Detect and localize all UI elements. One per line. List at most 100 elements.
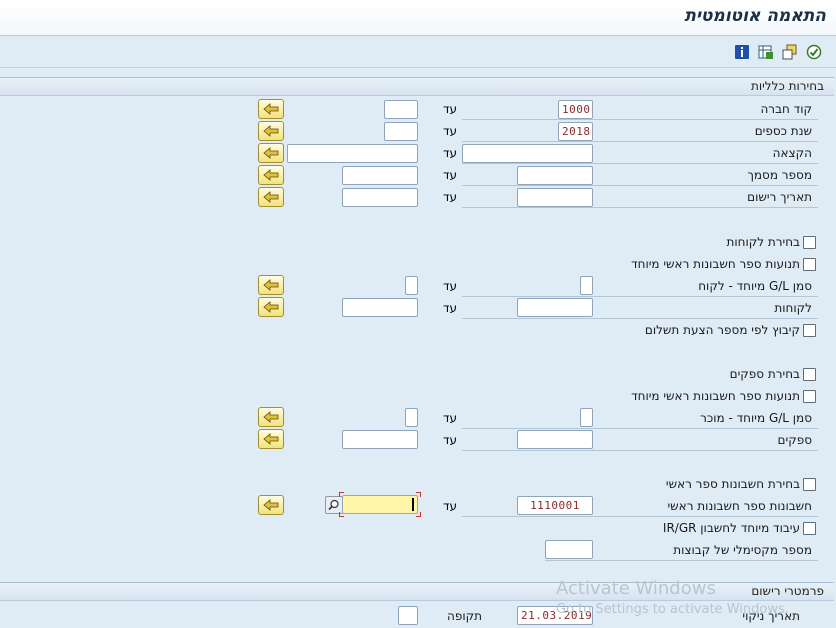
customer-accounts-to-field[interactable] xyxy=(342,298,418,317)
to-label: עד xyxy=(443,279,458,293)
assignment-from-field[interactable] xyxy=(462,144,593,163)
max-groups-label: מספר מקסימלי של קבוצות xyxy=(673,543,812,557)
posting-date-from-field[interactable] xyxy=(517,188,593,207)
arrow-left-icon xyxy=(263,279,279,291)
page-title: התאמה אוטומטית xyxy=(684,6,826,26)
multiple-selection-button[interactable] xyxy=(258,429,284,449)
arrow-left-icon xyxy=(263,499,279,511)
select-gl-accounts-label: בחירת חשבונות ספר ראשי xyxy=(665,477,800,491)
multi-select-icon[interactable] xyxy=(757,43,774,60)
row-divider xyxy=(462,296,818,297)
period-field[interactable] xyxy=(398,606,418,625)
row-divider xyxy=(462,450,818,451)
focus-corner xyxy=(339,492,344,497)
select-vendors-checkbox[interactable] xyxy=(803,368,816,381)
row-divider xyxy=(462,207,818,208)
arrow-left-icon xyxy=(263,103,279,115)
customers-special-gl-transactions-label: תנועות ספר חשבונות ראשי מיוחד xyxy=(631,257,800,271)
to-label: עד xyxy=(443,301,458,315)
multiple-selection-button[interactable] xyxy=(258,165,284,185)
row-divider xyxy=(462,119,818,120)
row-divider xyxy=(462,516,818,517)
special-ir-gr-label: עיבוד מיוחד לחשבון IR/GR xyxy=(662,521,800,535)
customer-special-gl-from-field[interactable] xyxy=(580,276,593,295)
customers-special-gl-transactions-checkbox[interactable] xyxy=(803,258,816,271)
customer-accounts-label: לקוחות xyxy=(774,301,812,315)
section-header: בחירות כלליות xyxy=(0,78,834,96)
vendor-special-gl-from-field[interactable] xyxy=(580,408,593,427)
group-by-payment-proposal-label: קיבוץ לפי מספר הצעת תשלום xyxy=(644,323,800,337)
posting-date-to-field[interactable] xyxy=(342,188,418,207)
gl-accounts-label: חשבונות ספר חשבונות ראשי xyxy=(667,499,813,513)
search-icon xyxy=(328,499,339,511)
customer-special-gl-indicator-label: סמן G/L מיוחד - לקוח xyxy=(698,279,812,293)
vendors-special-gl-transactions-checkbox[interactable] xyxy=(803,390,816,403)
group-by-payment-proposal-checkbox[interactable] xyxy=(803,324,816,337)
vendor-special-gl-to-field[interactable] xyxy=(405,408,418,427)
arrow-left-icon xyxy=(263,169,279,181)
activation-watermark-subtitle: Go to Settings to activate Windows. xyxy=(556,602,789,617)
arrow-left-icon xyxy=(263,125,279,137)
row-divider xyxy=(462,185,818,186)
to-label: עד xyxy=(443,433,458,447)
select-gl-accounts-checkbox[interactable] xyxy=(803,478,816,491)
multiple-selection-button[interactable] xyxy=(258,275,284,295)
document-number-from-field[interactable] xyxy=(517,166,593,185)
section-title: בחירות כלליות xyxy=(750,79,824,93)
focus-corner xyxy=(416,512,421,517)
info-icon[interactable] xyxy=(733,43,750,60)
activation-watermark-title: Activate Windows xyxy=(556,578,716,599)
arrow-left-icon xyxy=(263,411,279,423)
to-label: עד xyxy=(443,102,458,116)
multiple-selection-button[interactable] xyxy=(258,187,284,207)
to-label: עד xyxy=(443,499,458,513)
posting-date-label: תאריך רישום xyxy=(747,190,812,204)
multiple-selection-button[interactable] xyxy=(258,99,284,119)
to-label: עד xyxy=(443,190,458,204)
vendor-accounts-from-field[interactable] xyxy=(517,430,593,449)
vendor-accounts-to-field[interactable] xyxy=(342,430,418,449)
period-label: תקופה xyxy=(447,609,483,623)
assignment-to-field[interactable] xyxy=(287,144,418,163)
company-code-from-field[interactable]: 1000 xyxy=(558,100,593,119)
to-label: עד xyxy=(443,411,458,425)
section-title: פרמטרי רישום xyxy=(751,584,824,598)
arrow-left-icon xyxy=(263,147,279,159)
assignment-label: הקצאה xyxy=(772,146,812,160)
to-label: עד xyxy=(443,168,458,182)
arrow-left-icon xyxy=(263,191,279,203)
arrow-left-icon xyxy=(263,301,279,313)
multiple-selection-button[interactable] xyxy=(258,143,284,163)
fiscal-year-to-field[interactable] xyxy=(384,122,418,141)
multiple-selection-button[interactable] xyxy=(258,297,284,317)
vendor-special-gl-indicator-label: סמן G/L מיוחד - מוכר xyxy=(700,411,812,425)
multiple-selection-button[interactable] xyxy=(258,495,284,515)
customer-accounts-from-field[interactable] xyxy=(517,298,593,317)
select-customers-label: בחירת לקוחות xyxy=(726,235,800,249)
multiple-selection-button[interactable] xyxy=(258,407,284,427)
multiple-selection-button[interactable] xyxy=(258,121,284,141)
select-vendors-label: בחירת ספקים xyxy=(729,367,800,381)
focus-corner xyxy=(416,492,421,497)
document-number-to-field[interactable] xyxy=(342,166,418,185)
customer-special-gl-to-field[interactable] xyxy=(405,276,418,295)
title-bar: התאמה אוטומטית xyxy=(0,0,836,36)
special-ir-gr-checkbox[interactable] xyxy=(803,522,816,535)
row-divider xyxy=(545,560,818,561)
row-divider xyxy=(462,141,818,142)
copy-variant-icon[interactable] xyxy=(781,43,798,60)
max-groups-field[interactable] xyxy=(545,540,593,559)
to-label: עד xyxy=(443,146,458,160)
company-code-label: קוד חברה xyxy=(760,102,812,116)
row-divider xyxy=(462,163,818,164)
text-cursor xyxy=(412,498,414,511)
vendor-accounts-label: ספקים xyxy=(777,433,812,447)
select-customers-checkbox[interactable] xyxy=(803,236,816,249)
gl-accounts-from-field[interactable]: 1110001 xyxy=(517,496,593,515)
fiscal-year-from-field[interactable]: 2018 xyxy=(558,122,593,141)
company-code-to-field[interactable] xyxy=(384,100,418,119)
row-divider xyxy=(462,318,818,319)
vendors-special-gl-transactions-label: תנועות ספר חשבונות ראשי מיוחד xyxy=(631,389,800,403)
gl-accounts-to-field[interactable] xyxy=(342,495,418,514)
execute-icon[interactable] xyxy=(805,43,822,60)
